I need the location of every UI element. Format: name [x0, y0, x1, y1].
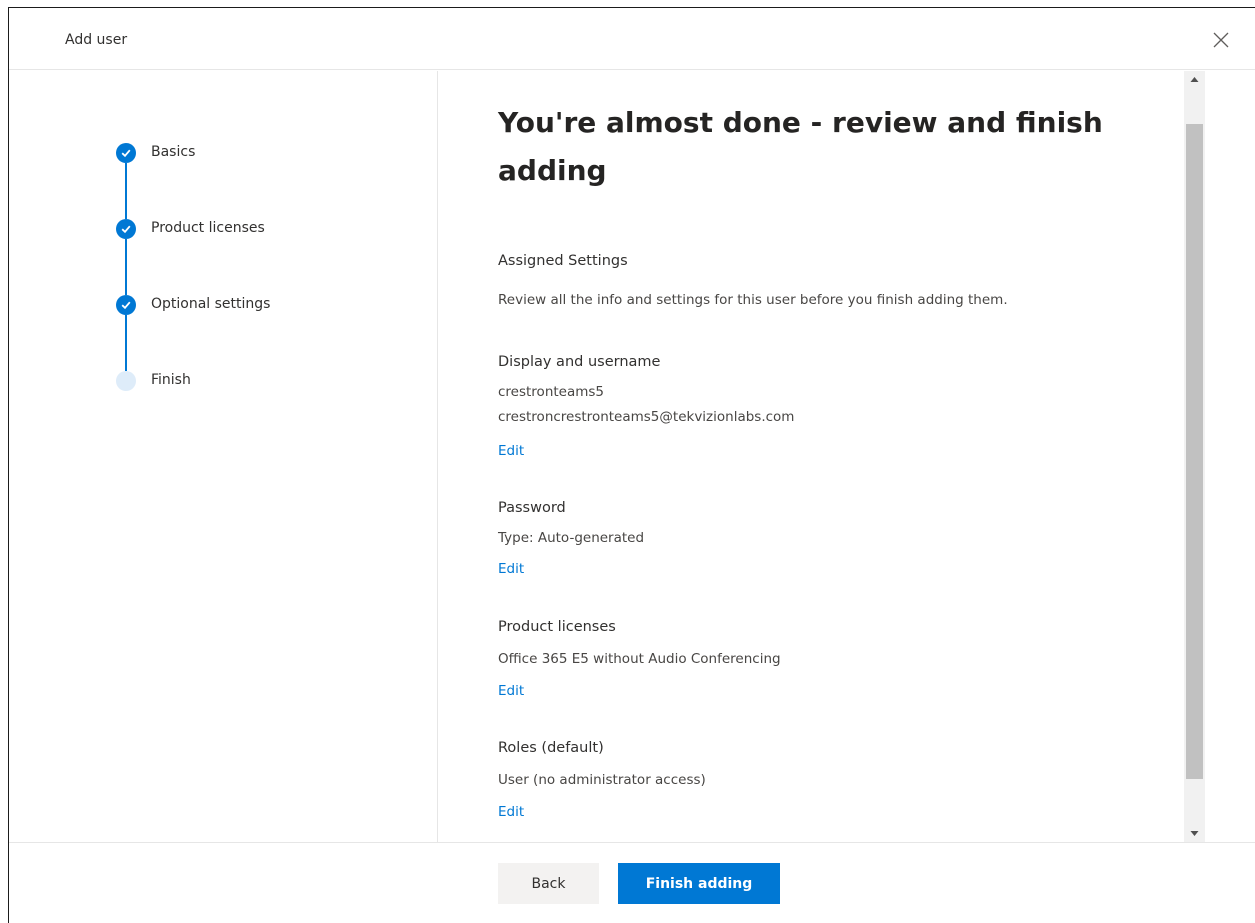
product-licenses-heading: Product licenses [498, 619, 616, 635]
step-pending-icon [116, 371, 136, 391]
assigned-settings-heading: Assigned Settings [498, 253, 628, 269]
step-connector [125, 163, 127, 219]
dialog-footer: Back Finish adding [9, 842, 1255, 923]
step-label: Product licenses [151, 220, 265, 236]
password-type-value: Type: Auto-generated [498, 530, 645, 546]
scrollbar-thumb[interactable] [1186, 124, 1203, 779]
scroll-down-button[interactable] [1184, 824, 1205, 842]
close-icon [1213, 32, 1229, 48]
page-title: You're almost done - review and finish a… [498, 106, 1103, 187]
scroll-up-button[interactable] [1184, 71, 1205, 89]
edit-product-licenses-link[interactable]: Edit [498, 683, 524, 699]
step-complete-icon [116, 143, 136, 163]
step-connector [125, 315, 127, 371]
step-complete-icon [116, 219, 136, 239]
add-user-dialog: Add user Basics Product licenses Optiona… [8, 7, 1255, 923]
step-label: Optional settings [151, 296, 271, 312]
close-button[interactable] [1209, 28, 1233, 52]
username-value: crestroncrestronteams5@tekvizionlabs.com [498, 409, 795, 425]
dialog-header: Add user [9, 8, 1255, 70]
back-button[interactable]: Back [498, 863, 599, 904]
display-username-heading: Display and username [498, 354, 661, 370]
scroll-down-arrow-icon [1190, 831, 1199, 836]
scroll-up-arrow-icon [1190, 77, 1199, 82]
roles-heading: Roles (default) [498, 740, 604, 756]
assigned-settings-description: Review all the info and settings for thi… [498, 292, 1008, 308]
dialog-title: Add user [65, 32, 128, 48]
step-label: Finish [151, 372, 191, 388]
finish-adding-button[interactable]: Finish adding [618, 863, 780, 904]
password-heading: Password [498, 500, 566, 516]
review-content: You're almost done - review and finish a… [439, 71, 1181, 842]
edit-roles-link[interactable]: Edit [498, 804, 524, 820]
vertical-scrollbar[interactable] [1184, 71, 1205, 842]
product-license-value: Office 365 E5 without Audio Conferencing [498, 651, 781, 667]
edit-password-link[interactable]: Edit [498, 561, 524, 577]
display-name-value: crestronteams5 [498, 384, 605, 400]
wizard-steps: Basics Product licenses Optional setting… [9, 71, 438, 842]
step-complete-icon [116, 295, 136, 315]
step-connector [125, 239, 127, 295]
step-label: Basics [151, 144, 196, 160]
edit-display-username-link[interactable]: Edit [498, 443, 524, 459]
role-value: User (no administrator access) [498, 772, 706, 788]
